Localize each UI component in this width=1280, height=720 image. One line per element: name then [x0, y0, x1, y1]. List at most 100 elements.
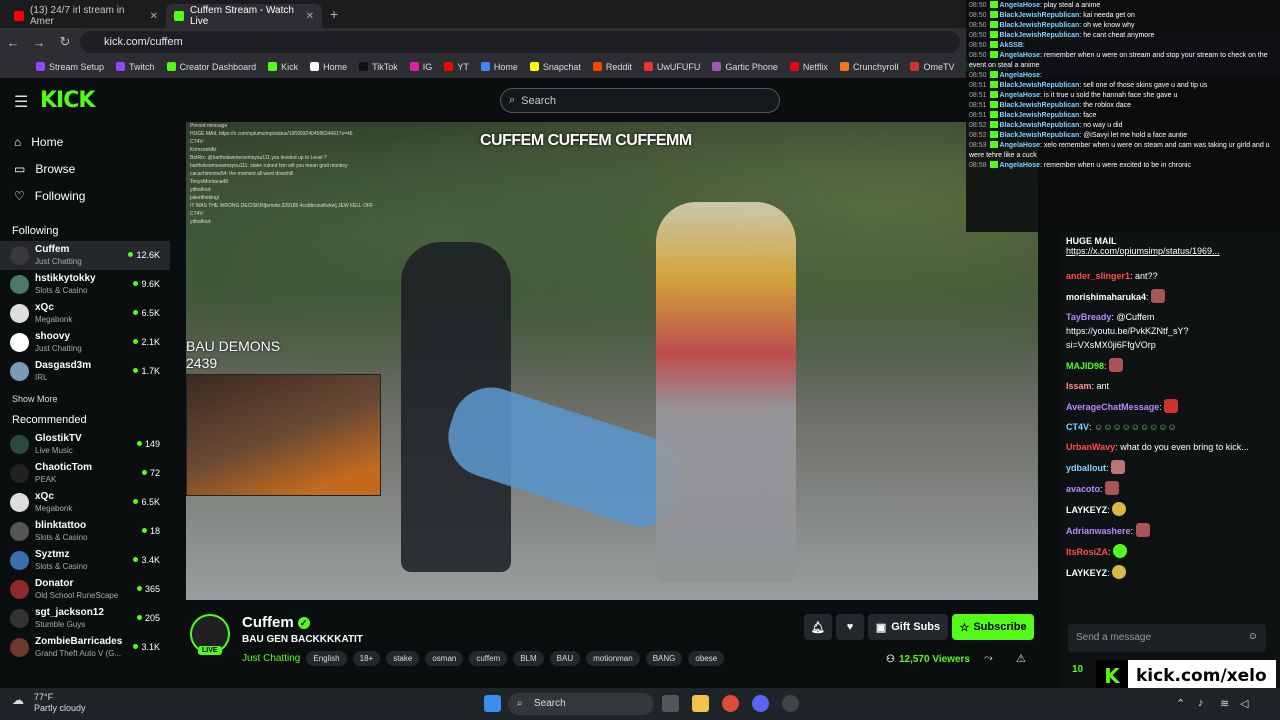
weather-widget[interactable]: ☁ 77°F Partly cloudy	[12, 692, 86, 714]
chat-input[interactable]: Send a message ☺	[1068, 624, 1266, 652]
search-input[interactable]: ⌕ Search	[500, 88, 780, 113]
tab-kick[interactable]: Cuffem Stream - Watch Live ✕	[166, 4, 322, 28]
sidebar-item-home[interactable]: ⌂ Home	[0, 128, 170, 155]
channel-item[interactable]: Donator Old School RuneScape 365	[0, 575, 170, 604]
back-icon[interactable]: ←	[0, 35, 26, 50]
tag[interactable]: osman	[425, 651, 464, 666]
microphone-icon[interactable]: ♪	[1198, 697, 1204, 709]
new-tab-button[interactable]: +	[330, 6, 338, 22]
avatar	[10, 275, 29, 294]
bookmark-item[interactable]: Reddit	[592, 62, 632, 72]
close-icon[interactable]: ✕	[306, 11, 314, 22]
chat-username[interactable]: AverageChatMessage	[1066, 402, 1159, 412]
bookmark-item[interactable]: UwUFUFU	[643, 62, 700, 72]
chat-username[interactable]: Issam	[1066, 381, 1092, 391]
bookmark-item[interactable]: Creator Dashboard	[166, 62, 256, 72]
channel-item[interactable]: hstikkytokky Slots & Casino 9.6K	[0, 270, 170, 299]
channel-item[interactable]: shoovy Just Chatting 2.1K	[0, 328, 170, 357]
category-link[interactable]: Just Chatting	[242, 653, 300, 664]
windows-start-icon[interactable]	[484, 695, 501, 712]
tag[interactable]: obese	[688, 651, 725, 666]
follow-button[interactable]: ♥	[836, 614, 864, 640]
tag[interactable]: stake	[386, 651, 420, 666]
chat-username[interactable]: ander_slinger1	[1066, 271, 1130, 281]
cloud-icon: ☁	[12, 693, 24, 707]
video-player[interactable]: CUFFEM CUFFEM CUFFEMM Pinned message HUG…	[186, 122, 1038, 600]
watermark-text: kick.com/xelo	[1136, 666, 1267, 686]
chat-username[interactable]: ydballout	[1066, 463, 1106, 473]
overlay-message: 08:50 BlackJewishRepublican: he cant chea…	[969, 31, 1155, 39]
channel-item[interactable]: Cuffem Just Chatting 12.6K	[0, 241, 170, 270]
show-more-button[interactable]: Show More	[0, 394, 170, 404]
channel-item[interactable]: xQc Megabonk 6.5K	[0, 299, 170, 328]
tab-youtube[interactable]: (13) 24/7 irl stream in Amer ✕	[6, 4, 166, 28]
channel-item[interactable]: Dasgasd3m IRL 1.7K	[0, 357, 170, 386]
bookmark-item[interactable]: Home	[480, 62, 518, 72]
channel-item[interactable]: Syztmz Slots & Casino 3.4K	[0, 546, 170, 575]
taskbar-search[interactable]: ⌕ Search	[508, 693, 654, 715]
channel-item[interactable]: ChaoticTom PEAK 72	[0, 459, 170, 488]
channel-item[interactable]: GlostikTV Live Music 149	[0, 430, 170, 459]
channel-item[interactable]: sgt_jackson12 Stumble Guys 205	[0, 604, 170, 633]
kick-logo[interactable]: KICK	[40, 88, 95, 113]
chat-username[interactable]: Adrianwashere	[1066, 526, 1131, 536]
bookmark-item[interactable]: TikTok	[359, 62, 398, 72]
pinned-message[interactable]: HUGE MAIL https://x.com/opiumsimp/status…	[1064, 232, 1274, 264]
forward-icon[interactable]: →	[26, 35, 52, 50]
tray-chevron-icon[interactable]: ⌃	[1176, 697, 1185, 710]
bookmark-item[interactable]: Crunchyroll	[839, 62, 898, 72]
chat-username[interactable]: LAYKEYZ	[1066, 505, 1107, 515]
chat-username[interactable]: UrbanWavy	[1066, 442, 1115, 452]
tag[interactable]: cuffem	[469, 651, 508, 666]
chat-username[interactable]: TayBready	[1066, 312, 1111, 322]
chat-username[interactable]: LAYKEYZ	[1066, 568, 1107, 578]
tag[interactable]: BAU	[549, 651, 581, 666]
emoji-icon[interactable]: ☺	[1248, 631, 1258, 642]
bookmark-item[interactable]: Kick	[268, 62, 298, 72]
url-input[interactable]: kick.com/cuffem	[80, 31, 960, 53]
tag[interactable]: BANG	[645, 651, 683, 666]
bookmark-item[interactable]: Netflix	[789, 62, 828, 72]
chat-username[interactable]: morishimaharuka4	[1066, 292, 1146, 302]
task-view-icon[interactable]	[662, 695, 679, 712]
sidebar-item-browse[interactable]: ▭ Browse	[0, 155, 170, 182]
gift-subs-button[interactable]: ▣ Gift Subs	[868, 614, 948, 640]
pinned-link[interactable]: https://x.com/opiumsimp/status/1969...	[1066, 246, 1272, 256]
chat-username[interactable]: ItsRosiZA	[1066, 547, 1108, 557]
tag[interactable]: English	[306, 651, 347, 666]
chrome-icon[interactable]	[722, 695, 739, 712]
bookmark-item[interactable]: Home	[310, 62, 347, 72]
sidebar-item-following[interactable]: ♡ Following	[0, 182, 170, 209]
chat-username[interactable]: CT4V	[1066, 422, 1089, 432]
obs-icon[interactable]	[782, 695, 799, 712]
wifi-icon[interactable]: ≋	[1220, 697, 1229, 710]
channel-category: Just Chatting	[35, 344, 82, 353]
file-explorer-icon[interactable]	[692, 695, 709, 712]
channel-category: Megabonk	[35, 504, 73, 513]
notification-bell-button[interactable]: 🔔︎	[804, 614, 832, 640]
bookmark-item[interactable]: Stream Setup	[36, 62, 104, 72]
volume-icon[interactable]: ◁	[1240, 697, 1248, 710]
tag[interactable]: BLM	[513, 651, 544, 666]
bookmark-item[interactable]: Twitch	[116, 62, 155, 72]
tag[interactable]: 18+	[352, 651, 381, 666]
bookmark-item[interactable]: Snapchat	[529, 62, 581, 72]
reload-icon[interactable]: ↻	[52, 34, 78, 50]
bookmark-item[interactable]: OmeTV	[910, 62, 954, 72]
report-icon[interactable]: ⚠	[1016, 652, 1026, 665]
bookmark-item[interactable]: IG	[409, 62, 432, 72]
share-icon[interactable]: ⤳	[984, 652, 993, 665]
streamer-name[interactable]: Cuffem ✓	[242, 614, 310, 631]
subscribe-button[interactable]: ☆ Subscribe	[952, 614, 1034, 640]
chat-username[interactable]: avacoto	[1066, 484, 1100, 494]
bookmark-item[interactable]: Gartic Phone	[712, 62, 778, 72]
channel-item[interactable]: blinktattoo Slots & Casino 18	[0, 517, 170, 546]
discord-icon[interactable]	[752, 695, 769, 712]
close-icon[interactable]: ✕	[150, 11, 158, 22]
channel-item[interactable]: xQc Megabonk 6.5K	[0, 488, 170, 517]
tag[interactable]: motionman	[586, 651, 640, 666]
chat-username[interactable]: MAJID98	[1066, 361, 1104, 371]
menu-icon[interactable]: ☰	[14, 92, 28, 112]
bookmark-item[interactable]: YT	[444, 62, 469, 72]
channel-item[interactable]: ZombieBarricades Grand Theft Auto V (G...…	[0, 633, 170, 662]
